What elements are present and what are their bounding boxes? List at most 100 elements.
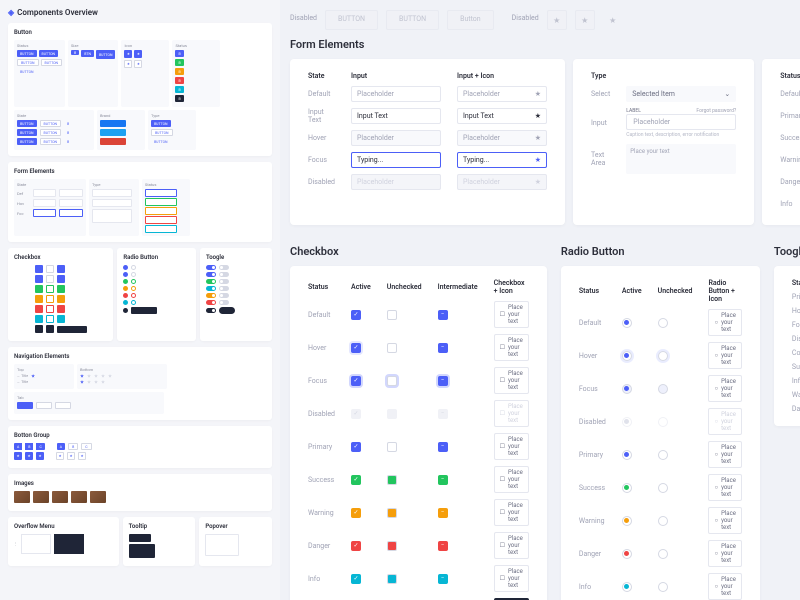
page-title: ◈ Components Overview (8, 8, 272, 17)
radio (658, 417, 668, 427)
checkbox-item[interactable]: ☐Place your text (494, 466, 529, 493)
checkbox[interactable]: − (438, 574, 448, 584)
text-input[interactable]: Placeholder (626, 114, 736, 130)
checkbox-mini: Checkbox (8, 248, 113, 341)
checkbox-item[interactable]: ☐Place your text (494, 565, 529, 592)
radio-block: Radio Button StatusActiveUncheckedRadio … (561, 237, 760, 600)
radio[interactable] (622, 384, 632, 394)
checkbox[interactable]: − (438, 343, 448, 353)
radio[interactable] (622, 351, 632, 361)
checkbox[interactable]: ✓ (351, 376, 361, 386)
checkbox[interactable]: ✓ (351, 442, 361, 452)
disabled-button: BUTTON (386, 10, 439, 30)
radio[interactable] (658, 351, 668, 361)
detail-panel: Disabled BUTTON BUTTON Button Disabled ★… (280, 0, 800, 600)
radio[interactable] (658, 549, 668, 559)
checkbox[interactable]: ✓ (351, 508, 361, 518)
radio[interactable] (658, 450, 668, 460)
overflow-mini: Overflow Menu ⋮ (8, 517, 119, 566)
checkbox[interactable] (387, 310, 397, 320)
checkbox[interactable] (387, 475, 397, 485)
checkbox[interactable]: − (438, 310, 448, 320)
form-status-card: StatusInput DefaultPlaceholder PrimaryTy… (762, 59, 800, 225)
checkbox[interactable]: ✓ (351, 343, 361, 353)
radio[interactable] (622, 516, 632, 526)
star-icon: ★ (535, 90, 541, 98)
checkbox[interactable] (387, 574, 397, 584)
text-input[interactable]: Placeholder★ (457, 130, 547, 146)
checkbox[interactable] (387, 376, 397, 386)
radio[interactable] (658, 384, 668, 394)
checkbox[interactable]: ✓ (351, 574, 361, 584)
text-input[interactable]: Placeholder (351, 86, 441, 102)
star-icon: ★ (603, 10, 623, 30)
text-input[interactable]: Placeholder (351, 130, 441, 146)
popover-mini: Popover (199, 517, 272, 566)
radio[interactable] (658, 318, 668, 328)
checkbox-item: ☐Place your text (494, 400, 529, 427)
star-icon: ★ (547, 10, 567, 30)
checkbox-item[interactable]: ☐Place your text (494, 334, 529, 361)
checkbox-item[interactable]: ☐Place your text (494, 367, 529, 394)
radio[interactable] (622, 549, 632, 559)
radio-item[interactable]: ○Place your text (708, 540, 741, 567)
text-input: Placeholder★ (457, 174, 547, 190)
radio[interactable] (658, 582, 668, 592)
forgot-link[interactable]: Forgot password? (696, 108, 736, 114)
tooltip-mini: Tooltip (123, 517, 196, 566)
checkbox: − (438, 409, 448, 419)
checkbox[interactable] (387, 442, 397, 452)
disabled-button: BUTTON (325, 10, 378, 30)
radio-item[interactable]: ○Place your text (708, 342, 741, 369)
radio-item: ○Place your text (708, 408, 741, 435)
radio[interactable] (622, 318, 632, 328)
select-input[interactable]: Selected Item⌄ (626, 86, 736, 102)
checkbox[interactable]: − (438, 508, 448, 518)
radio-item[interactable]: ○Place your text (708, 507, 741, 534)
checkbox-item[interactable]: ☐Place your text (494, 301, 529, 328)
star-icon: ★ (535, 156, 541, 164)
toggle-block: Toogle StatusPrimaryHoverFocusDisabledCo… (774, 237, 800, 600)
checkbox[interactable]: − (438, 541, 448, 551)
radio-item[interactable]: ○Place your text (708, 375, 741, 402)
checkbox[interactable]: ✓ (351, 475, 361, 485)
checkbox-item[interactable]: ☐Place your text (494, 433, 529, 460)
text-input[interactable]: Typing... (351, 152, 441, 168)
text-input[interactable]: Typing...★ (457, 152, 547, 168)
checkbox[interactable]: ✓ (351, 310, 361, 320)
radio-item[interactable]: ○Place your text (708, 573, 741, 600)
form-state-card: StateInputInput + Icon DefaultPlaceholde… (290, 59, 565, 225)
layers-icon: ◈ (8, 8, 14, 17)
disabled-row: Disabled BUTTON BUTTON Button Disabled ★… (290, 10, 800, 30)
radio[interactable] (622, 450, 632, 460)
checkbox-item[interactable]: ☐Place your text (494, 499, 529, 526)
checkbox[interactable] (387, 541, 397, 551)
checkbox-item[interactable]: ☐Place your text (494, 532, 529, 559)
checkbox[interactable]: − (438, 376, 448, 386)
radio[interactable] (658, 516, 668, 526)
textarea-input[interactable]: Place your text (626, 144, 736, 174)
text-input[interactable]: Input Text★ (457, 108, 547, 124)
star-icon: ★ (535, 134, 541, 142)
radio[interactable] (622, 483, 632, 493)
images-mini: Images (8, 474, 272, 511)
form-type-card: Type SelectSelected Item⌄ Input LABELFor… (573, 59, 754, 225)
text-input[interactable]: Placeholder★ (457, 86, 547, 102)
checkbox[interactable]: − (438, 442, 448, 452)
radio-item[interactable]: ○Place your text (708, 441, 741, 468)
radio-mini: Radio Button (117, 248, 196, 341)
radio-item[interactable]: ○Place your text (708, 309, 741, 336)
button-section: Button Status BUTTONBUTTON BUTTONBUTTON … (8, 23, 272, 156)
form-section-mini: Form Elements State Def Hov Foc Type Sta… (8, 162, 272, 242)
chevron-down-icon: ⌄ (724, 90, 730, 98)
checkbox[interactable]: ✓ (351, 541, 361, 551)
radio[interactable] (622, 582, 632, 592)
btngrp-mini: Botton Group ABC ABC ★★★ ★★★ (8, 426, 272, 468)
checkbox: ✓ (351, 409, 361, 419)
text-input[interactable]: Input Text (351, 108, 441, 124)
radio-item[interactable]: ○Place your text (708, 474, 741, 501)
checkbox[interactable] (387, 343, 397, 353)
checkbox[interactable]: − (438, 475, 448, 485)
radio[interactable] (658, 483, 668, 493)
checkbox[interactable] (387, 508, 397, 518)
